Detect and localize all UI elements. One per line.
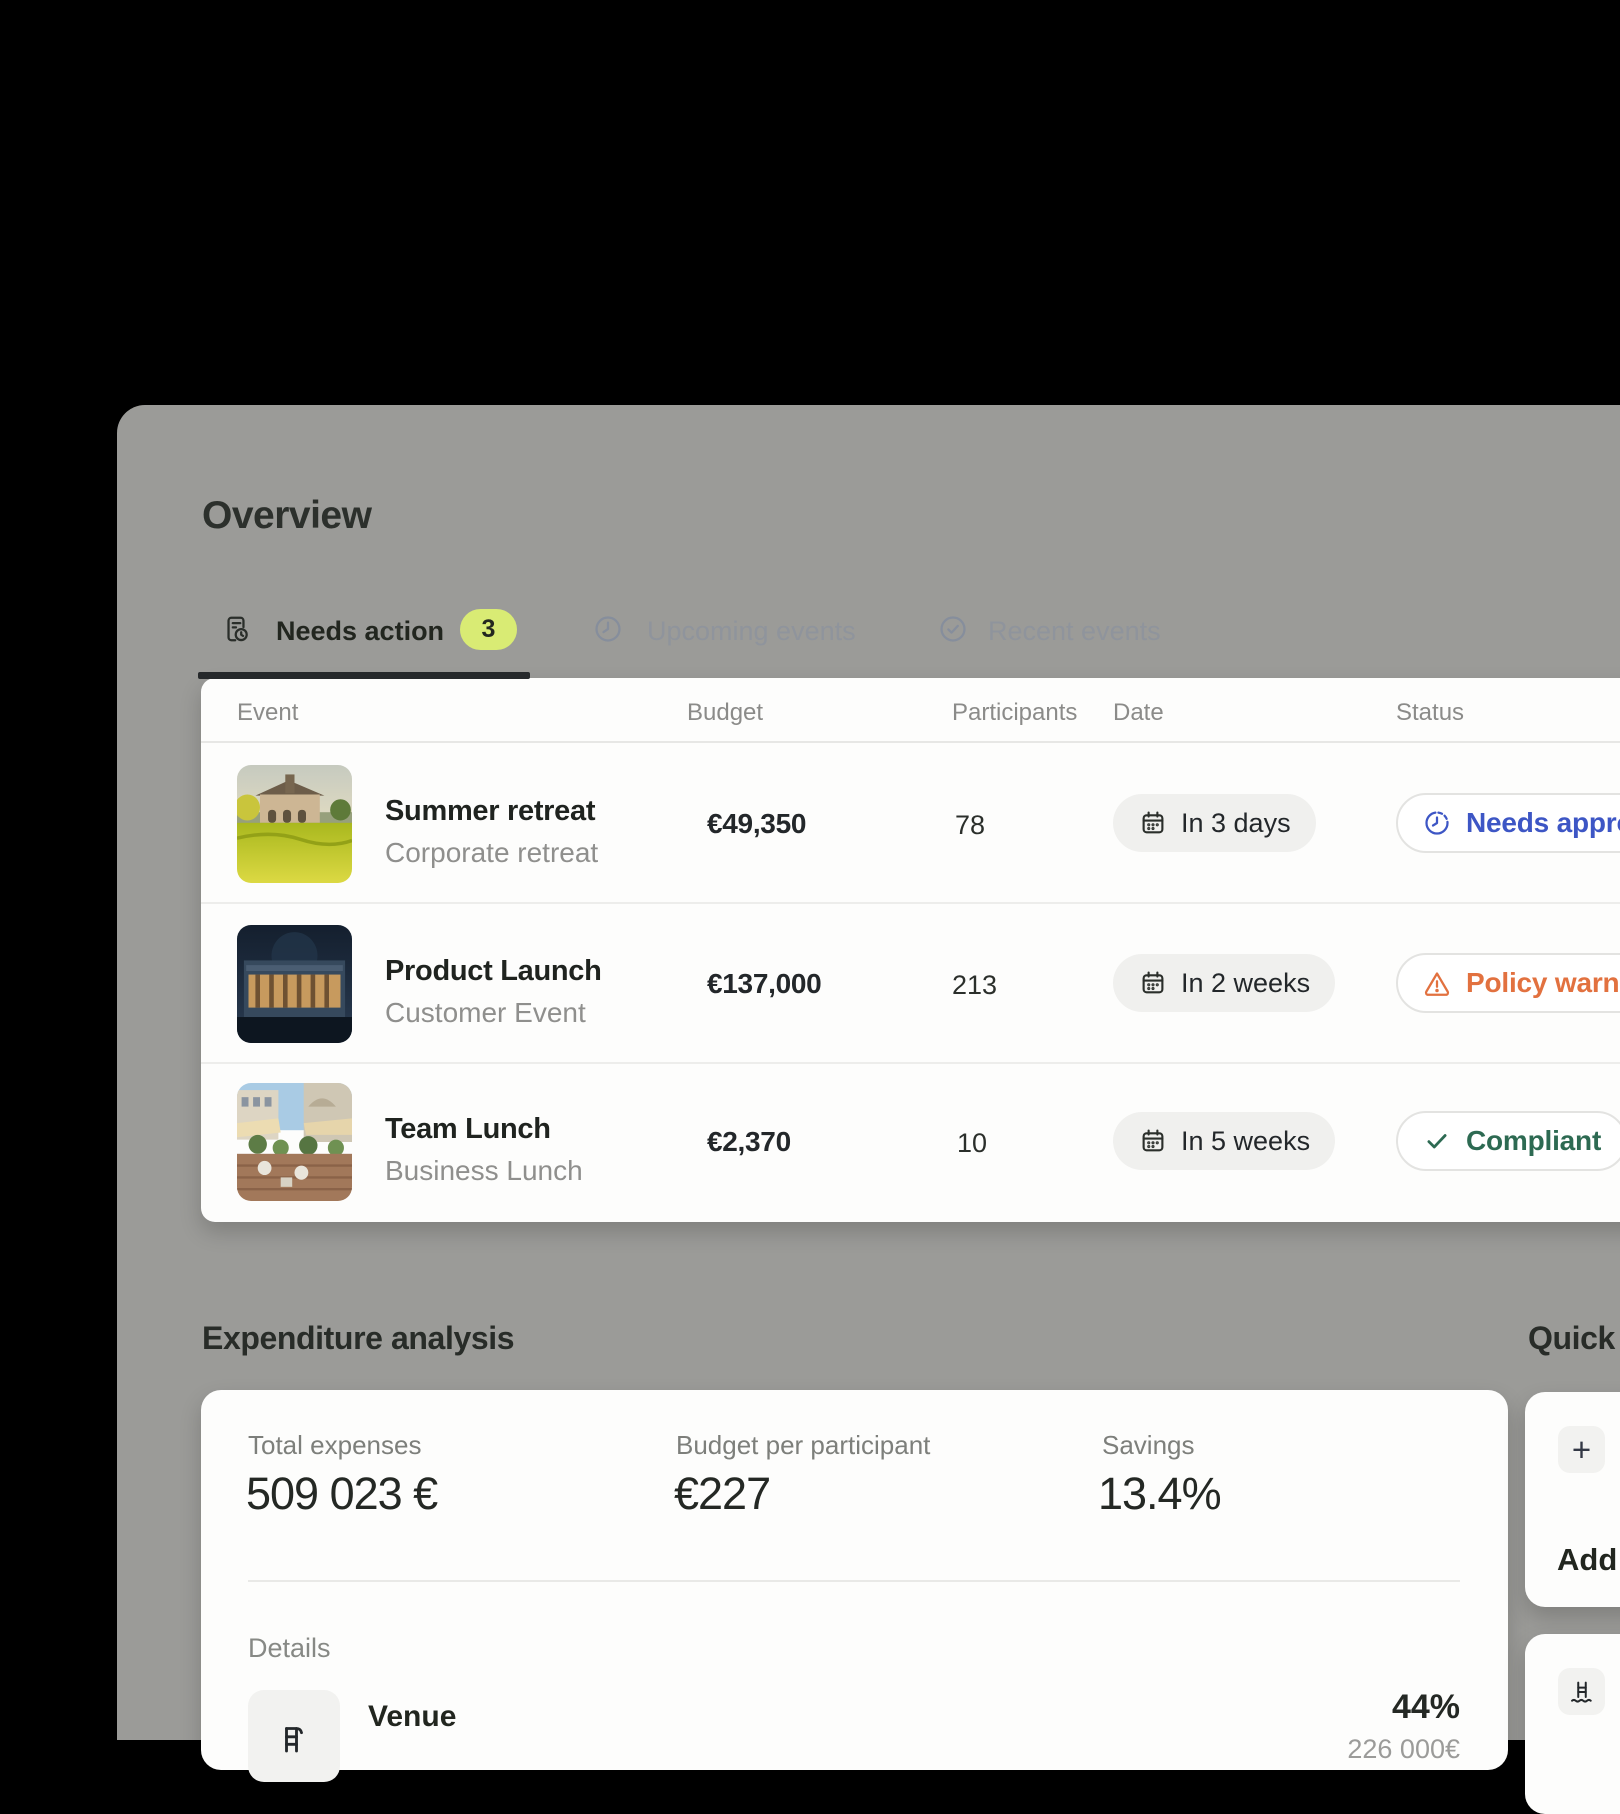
event-participants: 78 xyxy=(955,810,985,841)
tab-recent-events[interactable] xyxy=(937,613,969,650)
quick-action-pool-card[interactable] xyxy=(1525,1634,1620,1814)
detail-item-amount: 226 000€ xyxy=(1290,1734,1460,1765)
tab-upcoming-events[interactable] xyxy=(592,613,624,650)
event-title: Team Lunch xyxy=(385,1113,551,1146)
tab-upcoming-events-label[interactable]: Upcoming events xyxy=(647,616,856,647)
pool-ladder-icon xyxy=(1567,1677,1597,1707)
column-header-event: Event xyxy=(237,699,298,727)
status-label: Policy warning xyxy=(1466,967,1620,999)
stat-savings-value: 13.4% xyxy=(1098,1468,1221,1520)
tab-recent-events-label[interactable]: Recent events xyxy=(988,616,1161,647)
stat-savings-label: Savings xyxy=(1102,1430,1195,1461)
event-budget: €2,370 xyxy=(707,1126,791,1158)
stat-total-expenses-label: Total expenses xyxy=(248,1430,421,1461)
status-label: Needs approval xyxy=(1466,807,1620,839)
event-subtitle: Business Lunch xyxy=(385,1155,583,1187)
column-header-date: Date xyxy=(1113,699,1164,727)
date-chip: In 2 weeks xyxy=(1113,954,1335,1012)
detail-item-percent: 44% xyxy=(1290,1688,1460,1727)
document-clock-icon xyxy=(220,613,252,645)
event-participants: 213 xyxy=(952,970,997,1001)
event-title: Product Launch xyxy=(385,955,602,988)
calendar-icon xyxy=(1138,808,1168,838)
date-chip: In 3 days xyxy=(1113,794,1316,852)
status-badge-needs-approval[interactable]: Needs approval xyxy=(1396,793,1620,853)
row-divider xyxy=(201,902,1620,904)
quick-actions-heading: Quick actions xyxy=(1528,1320,1620,1357)
stat-budget-per-participant-value: €227 xyxy=(674,1468,770,1520)
date-chip-label: In 3 days xyxy=(1181,808,1291,839)
status-badge-compliant[interactable]: Compliant xyxy=(1396,1111,1620,1171)
warning-triangle-icon xyxy=(1422,968,1452,998)
page-title: Overview xyxy=(202,494,371,538)
add-event-button[interactable]: + xyxy=(1558,1426,1605,1473)
stat-total-expenses-value: 509 023 € xyxy=(246,1468,437,1520)
header-divider xyxy=(201,741,1620,743)
active-tab-indicator xyxy=(198,672,530,679)
event-thumbnail-terrace xyxy=(237,1083,352,1201)
date-chip-label: In 2 weeks xyxy=(1181,968,1310,999)
expenditure-divider xyxy=(248,1580,1460,1582)
event-thumbnail-villa xyxy=(237,765,352,883)
event-budget: €49,350 xyxy=(707,808,806,840)
pool-action-button[interactable] xyxy=(1558,1668,1605,1715)
event-title: Summer retreat xyxy=(385,795,595,828)
needs-action-count-badge: 3 xyxy=(460,609,517,650)
status-label: Compliant xyxy=(1466,1125,1601,1157)
check-icon xyxy=(1422,1126,1452,1156)
tab-needs-action[interactable] xyxy=(220,613,252,650)
event-subtitle: Corporate retreat xyxy=(385,837,598,869)
date-chip: In 5 weeks xyxy=(1113,1112,1335,1170)
expenditure-heading: Expenditure analysis xyxy=(202,1320,514,1357)
check-circle-icon xyxy=(937,613,969,645)
venue-icon-tile xyxy=(248,1690,340,1782)
row-divider xyxy=(201,1062,1620,1064)
event-budget: €137,000 xyxy=(707,968,821,1000)
clock-icon xyxy=(592,613,624,645)
event-thumbnail-night-facade xyxy=(237,925,352,1043)
tab-needs-action-label[interactable]: Needs action xyxy=(276,616,444,647)
pending-clock-icon xyxy=(1422,808,1452,838)
column-header-status: Status xyxy=(1396,699,1464,727)
plus-icon: + xyxy=(1572,1431,1591,1469)
date-chip-label: In 5 weeks xyxy=(1181,1126,1310,1157)
column-header-budget: Budget xyxy=(687,699,763,727)
details-heading: Details xyxy=(248,1633,331,1664)
calendar-icon xyxy=(1138,1126,1168,1156)
stat-budget-per-participant-label: Budget per participant xyxy=(676,1430,930,1461)
add-event-label: Add event xyxy=(1557,1542,1620,1578)
event-participants: 10 xyxy=(957,1128,987,1159)
calendar-icon xyxy=(1138,968,1168,998)
column-header-participants: Participants xyxy=(952,699,1077,727)
event-subtitle: Customer Event xyxy=(385,997,586,1029)
status-badge-policy-warning[interactable]: Policy warning xyxy=(1396,953,1620,1013)
detail-item-label: Venue xyxy=(368,1700,456,1734)
venue-icon xyxy=(274,1716,314,1756)
